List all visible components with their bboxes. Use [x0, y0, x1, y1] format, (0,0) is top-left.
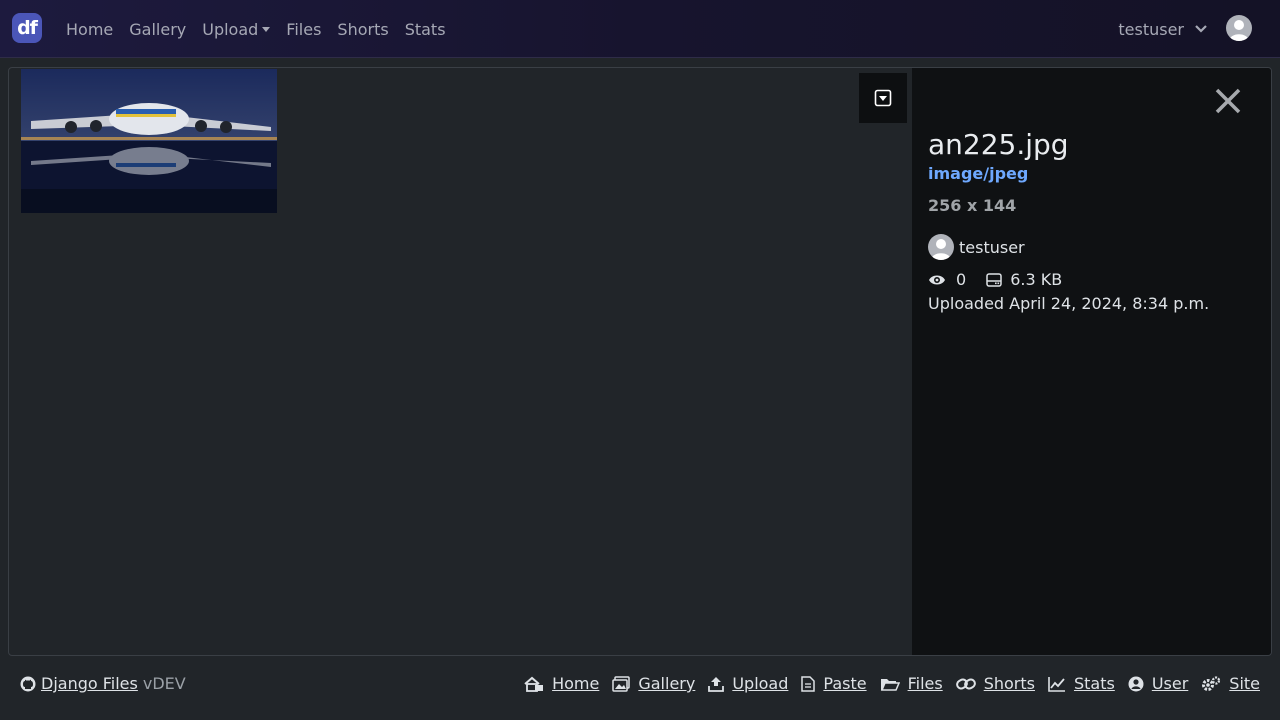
nav-stats[interactable]: Stats: [397, 20, 454, 39]
footer-link-label: Shorts: [983, 674, 1035, 693]
file-thumbnail[interactable]: [21, 69, 277, 213]
brand-logo[interactable]: df: [12, 13, 42, 43]
footer-link-paste[interactable]: Paste: [801, 674, 867, 693]
caret-square-down-icon: [874, 89, 892, 107]
footer-link-label: Stats: [1073, 674, 1115, 693]
file-info-sidebar: an225.jpg image/jpeg 256 x 144 testuser …: [912, 68, 1271, 655]
eye-icon: [929, 275, 945, 284]
main-panel: an225.jpg image/jpeg 256 x 144 testuser …: [8, 67, 1272, 656]
footer-project-link[interactable]: Django Files: [41, 674, 138, 693]
footer-link-upload[interactable]: Upload: [708, 674, 788, 693]
close-icon: [1215, 88, 1241, 114]
footer-link-gallery[interactable]: Gallery: [612, 674, 695, 693]
footer-link-label: Site: [1229, 674, 1260, 693]
file-stats: 0 6.3 KB: [928, 270, 1062, 289]
file-text-icon: [801, 675, 816, 692]
user-menu-dropdown[interactable]: testuser: [1118, 0, 1208, 58]
footer-links: Home Gallery Upload Paste Files Shorts S…: [511, 674, 1260, 693]
footer-link-shorts[interactable]: Shorts: [955, 674, 1035, 693]
user-avatar[interactable]: [1226, 15, 1252, 41]
footer-link-stats[interactable]: Stats: [1048, 674, 1115, 693]
footer-link-label: Paste: [823, 674, 867, 693]
chart-line-icon: [1048, 676, 1065, 692]
footer-link-label: User: [1151, 674, 1189, 693]
close-button[interactable]: [1213, 86, 1243, 116]
footer: Django Files vDEV Home Gallery Upload Pa…: [0, 656, 1280, 720]
link-icon: [955, 678, 976, 689]
view-count: 0: [956, 270, 967, 289]
caret-down-icon: [262, 26, 271, 32]
footer-link-site[interactable]: Site: [1201, 674, 1260, 693]
nav-links: Home Gallery Upload Files Shorts Stats: [58, 0, 454, 58]
github-icon: [20, 676, 36, 691]
nav-upload-label: Upload: [202, 19, 259, 39]
footer-link-label: Upload: [732, 674, 789, 693]
top-navbar: df Home Gallery Upload Files Shorts Stat…: [0, 0, 1280, 58]
user-silhouette-icon: [1229, 20, 1249, 41]
user-circle-icon: [1128, 676, 1144, 691]
upload-icon: [708, 676, 725, 692]
airplane-image: [21, 69, 277, 213]
upload-date: Uploaded April 24, 2024, 8:34 p.m.: [928, 294, 1210, 313]
file-name: an225.jpg: [928, 128, 1069, 161]
hard-drive-icon: [986, 272, 1002, 287]
gears-icon: [1202, 675, 1221, 691]
owner-avatar: [928, 234, 954, 260]
folder-open-icon: [880, 678, 900, 691]
footer-brand: Django Files vDEV: [20, 674, 186, 693]
nav-gallery[interactable]: Gallery: [121, 20, 194, 39]
user-menu-name: testuser: [1118, 19, 1184, 39]
footer-link-label: Files: [907, 674, 943, 693]
file-size: 6.3 KB: [1010, 270, 1063, 289]
toggle-sidebar-button[interactable]: [859, 73, 907, 123]
footer-link-user[interactable]: User: [1128, 674, 1188, 693]
nav-files[interactable]: Files: [278, 20, 329, 39]
images-icon: [612, 675, 631, 692]
owner-name: testuser: [959, 237, 1025, 257]
footer-link-label: Home: [552, 674, 600, 693]
nav-upload-dropdown[interactable]: Upload: [194, 20, 278, 39]
nav-home[interactable]: Home: [58, 20, 121, 39]
footer-link-home[interactable]: Home: [524, 674, 599, 693]
chevron-down-icon: [1195, 25, 1207, 33]
footer-version: vDEV: [142, 674, 186, 693]
house-upload-icon: [524, 676, 544, 692]
footer-link-label: Gallery: [638, 674, 696, 693]
file-owner: testuser: [928, 234, 1025, 260]
file-dimensions: 256 x 144: [928, 196, 1017, 215]
file-mime-type: image/jpeg: [928, 164, 1029, 183]
user-silhouette-icon: [931, 239, 951, 260]
nav-shorts[interactable]: Shorts: [329, 20, 396, 39]
footer-link-files[interactable]: Files: [880, 674, 943, 693]
